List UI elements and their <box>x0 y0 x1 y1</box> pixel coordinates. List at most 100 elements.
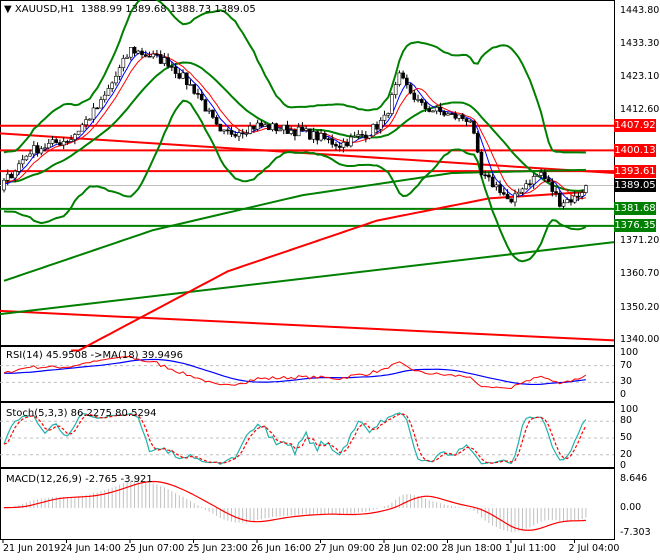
macd-tick: 0.00 <box>620 502 642 513</box>
time-tick: 25 Jun 07:00 <box>124 543 185 554</box>
level-price-label: 1400.13 <box>614 143 656 157</box>
stoch-tick: 80 <box>620 415 633 427</box>
candle <box>449 113 454 115</box>
candle <box>349 136 353 147</box>
candle <box>84 119 88 126</box>
candle <box>475 132 480 153</box>
candle <box>498 184 502 193</box>
time-tick: 25 Jun 23:00 <box>187 543 248 554</box>
candle <box>211 109 215 118</box>
time-tick: 28 Jun 18:00 <box>441 543 502 554</box>
candle <box>207 109 211 112</box>
candle <box>132 46 137 54</box>
candle <box>434 106 439 112</box>
candle <box>240 132 245 135</box>
candle <box>554 191 558 194</box>
candle <box>442 111 446 116</box>
price-tick: 1360.70 <box>620 268 660 280</box>
candle <box>46 143 51 149</box>
candle <box>117 67 122 77</box>
rsi-line <box>3 355 587 390</box>
close-value: 1389.05 <box>214 4 256 15</box>
candle <box>561 202 566 207</box>
candle <box>285 124 290 134</box>
candle <box>382 114 387 121</box>
time-tick: 26 Jun 16:00 <box>251 543 312 554</box>
candle <box>121 58 126 68</box>
candle <box>184 72 189 86</box>
candle <box>158 54 163 64</box>
candle <box>438 106 443 113</box>
macd-tick: 8.646 <box>620 472 648 484</box>
candle <box>263 124 267 127</box>
candle <box>334 144 338 147</box>
candle <box>199 93 204 101</box>
stoch-tick: 20 <box>620 448 633 460</box>
candle <box>28 153 32 157</box>
candle <box>490 176 495 188</box>
candle <box>222 129 226 132</box>
candle <box>293 130 297 137</box>
candle <box>214 117 219 125</box>
candle <box>125 56 129 59</box>
candle <box>76 130 81 135</box>
candle <box>345 141 349 147</box>
candle <box>457 114 461 119</box>
level-price-label: 1389.05 <box>614 179 656 193</box>
time-tick: 28 Jun 02:00 <box>378 543 439 554</box>
candle <box>520 188 525 193</box>
candle <box>446 113 450 116</box>
candle <box>509 198 514 203</box>
candle <box>322 133 327 140</box>
candle <box>464 118 469 122</box>
candle <box>416 99 420 101</box>
candle <box>311 131 316 140</box>
candle <box>218 123 223 132</box>
candle <box>494 184 499 188</box>
candle <box>375 124 379 130</box>
candle <box>378 120 383 130</box>
candle <box>412 92 417 100</box>
price-tick: 1340.00 <box>620 334 660 346</box>
candle <box>54 139 59 143</box>
candle <box>397 72 402 85</box>
candle <box>319 133 323 141</box>
candle <box>39 148 44 154</box>
ma-fast <box>3 51 587 202</box>
candle <box>513 193 517 203</box>
candle <box>364 134 368 139</box>
candle <box>371 124 376 137</box>
candle <box>170 66 174 68</box>
candle <box>431 110 435 113</box>
candle <box>326 138 331 141</box>
chart-window: ▼ XAUUSD,H1 1388.99 1389.68 1388.73 1389… <box>0 0 660 560</box>
candle <box>20 159 25 165</box>
candle <box>229 130 234 135</box>
candle <box>95 107 100 110</box>
candle <box>102 94 107 100</box>
candle <box>61 141 66 146</box>
low-value: 1388.73 <box>169 4 212 15</box>
candle <box>367 135 372 139</box>
rsi-tick: 0 <box>620 389 627 400</box>
candle <box>192 84 197 94</box>
candle <box>32 145 36 155</box>
candle <box>267 124 271 131</box>
candle <box>569 199 573 203</box>
stoch-tick: 50 <box>620 432 633 443</box>
candle <box>35 145 40 154</box>
dropdown-triangle-icon[interactable]: ▼ <box>4 4 12 15</box>
candle <box>255 122 260 130</box>
candle <box>136 50 141 54</box>
candle <box>296 126 301 137</box>
candle <box>315 131 320 141</box>
candle <box>423 102 428 109</box>
stoch-label: Stoch(5,3,3) 86.2275 80.5294 <box>6 408 157 419</box>
candle <box>173 66 178 74</box>
time-tick: 2 Jul 04:00 <box>568 543 620 554</box>
candle <box>155 53 159 56</box>
candle <box>2 179 6 191</box>
candle <box>233 134 238 137</box>
candle <box>460 114 465 119</box>
candle <box>427 108 432 112</box>
